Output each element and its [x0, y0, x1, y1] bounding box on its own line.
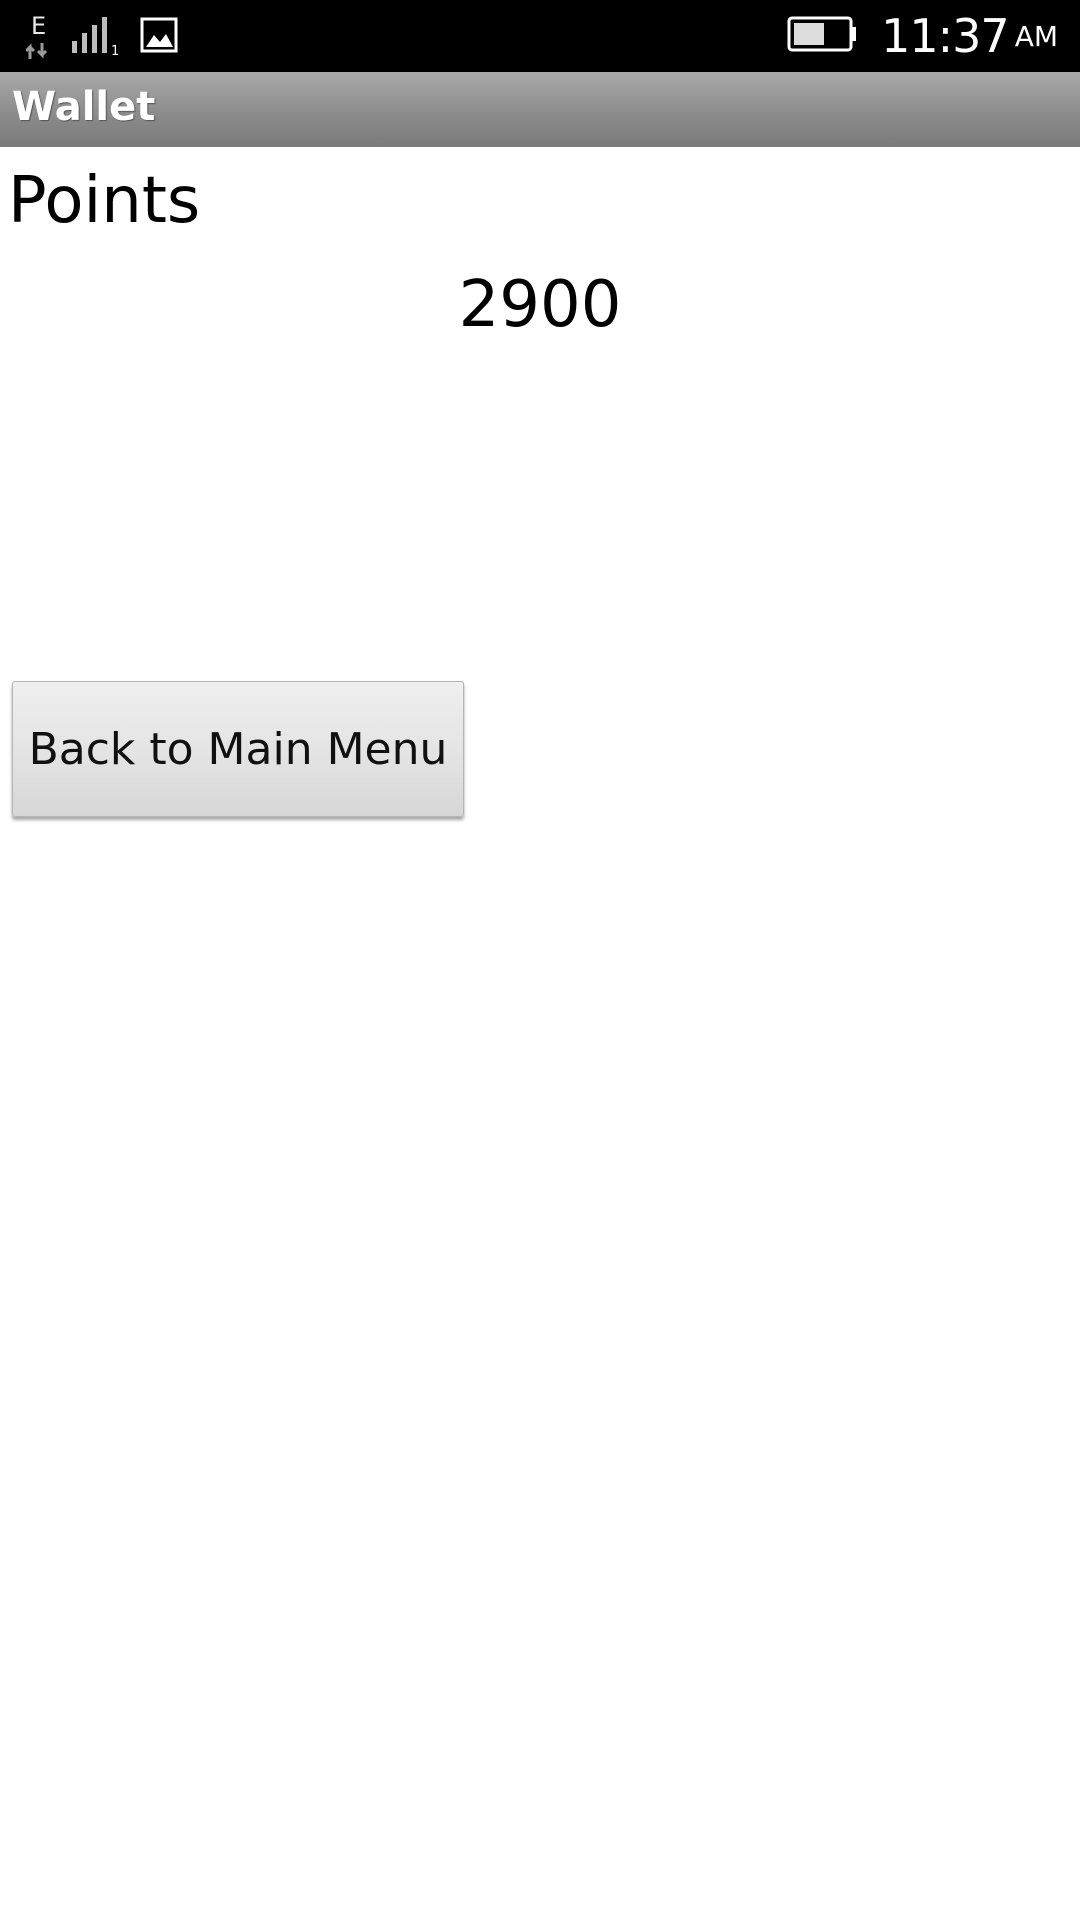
- gallery-notification-icon: [140, 17, 178, 57]
- network-type-label: E: [31, 12, 47, 40]
- status-clock: 11:37: [881, 9, 1010, 63]
- status-bar-left: E 1: [26, 12, 178, 62]
- status-bar-right: 11:37 AM: [787, 9, 1058, 63]
- status-bar: E 1 11:37 AM: [0, 0, 1080, 72]
- app-title: Wallet: [12, 84, 156, 130]
- network-type-indicator: E: [26, 13, 60, 61]
- battery-icon: [787, 16, 857, 56]
- signal-bars-icon: 1: [70, 15, 120, 59]
- sim-slot-label: 1: [111, 44, 119, 55]
- points-value: 2900: [458, 268, 622, 342]
- back-to-main-menu-button[interactable]: Back to Main Menu: [12, 681, 464, 817]
- points-label: Points: [8, 164, 201, 238]
- data-arrows-icon: [26, 43, 48, 59]
- status-clock-ampm: AM: [1014, 19, 1058, 53]
- app-title-bar: Wallet: [0, 72, 1080, 147]
